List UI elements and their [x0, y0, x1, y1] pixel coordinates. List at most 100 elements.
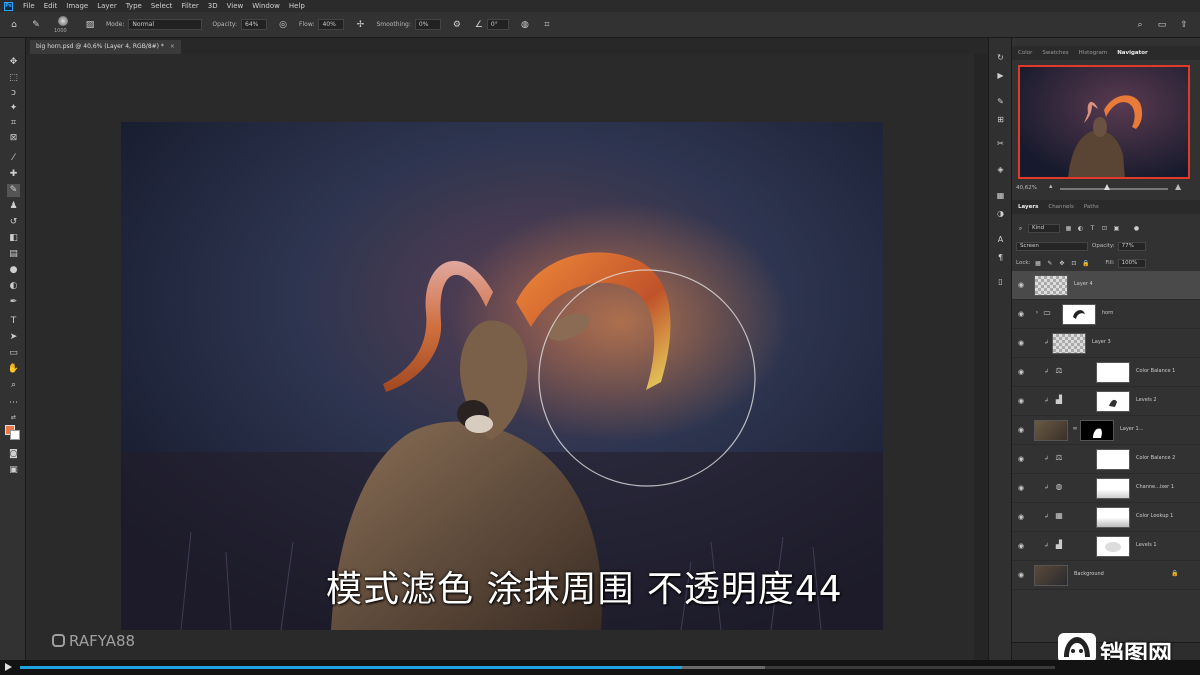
lock-all-icon[interactable]: 🔒 [1081, 259, 1090, 268]
play-icon[interactable] [5, 663, 12, 671]
menu-window[interactable]: Window [252, 2, 280, 10]
dodge-tool-icon[interactable]: ◐ [7, 280, 20, 293]
close-icon[interactable]: × [170, 43, 175, 50]
swap-colors-icon[interactable]: ⇄ [7, 411, 20, 424]
visibility-eye-icon[interactable]: ◉ [1018, 281, 1026, 289]
document-tab[interactable]: big horn.psd @ 40,6% (Layer 4, RGB/8#) *… [30, 40, 181, 54]
fill-field[interactable]: 100% [1117, 258, 1146, 268]
menu-filter[interactable]: Filter [181, 2, 198, 10]
group-expand-icon[interactable]: › [1032, 308, 1042, 318]
brush-tool-active-icon[interactable]: ✎ [7, 184, 20, 197]
history-brush-tool-icon[interactable]: ↺ [7, 216, 20, 229]
healing-brush-tool-icon[interactable]: ✚ [7, 168, 20, 181]
move-tool-icon[interactable]: ✥ [7, 56, 20, 69]
menu-select[interactable]: Select [151, 2, 173, 10]
type-tool-icon[interactable]: T [7, 315, 20, 328]
menu-view[interactable]: View [227, 2, 244, 10]
gradient-tool-icon[interactable]: ▤ [7, 248, 20, 261]
tab-histogram[interactable]: Histogram [1079, 50, 1108, 56]
menu-help[interactable]: Help [289, 2, 305, 10]
share-icon[interactable]: ⇧ [1178, 19, 1190, 31]
opacity-field[interactable]: 64% [241, 19, 268, 30]
tool-presets-panel-icon[interactable]: ✂ [995, 138, 1006, 149]
actions-panel-icon[interactable]: ▶ [995, 70, 1006, 81]
layer-row-layer-4[interactable]: ◉ Layer 4 [1012, 271, 1200, 300]
menu-edit[interactable]: Edit [44, 2, 58, 10]
filter-adjustment-icon[interactable]: ◐ [1076, 224, 1085, 233]
filter-smart-object-icon[interactable]: ▣ [1112, 224, 1121, 233]
visibility-eye-icon[interactable]: ◉ [1018, 513, 1026, 521]
lock-position-icon[interactable]: ✥ [1057, 259, 1066, 268]
visibility-eye-icon[interactable]: ◉ [1018, 339, 1026, 347]
layer-opacity-field[interactable]: 77% [1117, 241, 1146, 251]
path-select-tool-icon[interactable]: ➤ [7, 331, 20, 344]
tab-channels[interactable]: Channels [1048, 204, 1073, 210]
3d-panel-icon[interactable]: ◈ [995, 164, 1006, 175]
eyedropper-tool-icon[interactable]: ⁄ [7, 152, 20, 165]
visibility-eye-icon[interactable]: ◉ [1018, 484, 1026, 492]
menu-image[interactable]: Image [66, 2, 88, 10]
pen-tool-icon[interactable]: ✒ [7, 296, 20, 309]
tab-paths[interactable]: Paths [1084, 204, 1099, 210]
zoom-tool-icon[interactable]: ⌕ [7, 379, 20, 392]
brush-settings-panel-icon[interactable]: ✎ [995, 96, 1006, 107]
flow-field[interactable]: 40% [318, 19, 345, 30]
hand-tool-icon[interactable]: ✋ [7, 363, 20, 376]
pressure-size-icon[interactable]: ◍ [519, 19, 531, 31]
layer-row-levels-1[interactable]: ◉ ↲ ▟ Levels 1 [1012, 532, 1200, 561]
paragraph-panel-icon[interactable]: ¶ [995, 252, 1006, 263]
filter-pixel-icon[interactable]: ▦ [1064, 224, 1073, 233]
search-icon[interactable]: ⌕ [1134, 19, 1146, 31]
workspace-icon[interactable]: ▭ [1156, 19, 1168, 31]
layer-row-levels-2[interactable]: ◉ ↲ ▟ Levels 2 [1012, 387, 1200, 416]
lock-transparent-icon[interactable]: ▦ [1033, 259, 1042, 268]
tab-layers[interactable]: Layers [1018, 204, 1038, 210]
filter-toggle-icon[interactable]: ● [1132, 224, 1141, 233]
marquee-tool-icon[interactable]: ⬚ [7, 72, 20, 85]
frame-tool-icon[interactable]: ⊠ [7, 132, 20, 145]
color-panel-icon[interactable]: ◑ [995, 208, 1006, 219]
quick-select-tool-icon[interactable]: ✦ [7, 102, 20, 115]
visibility-eye-icon[interactable]: ◉ [1018, 397, 1026, 405]
layer-row-channel-mixer-1[interactable]: ◉ ↲ ◍ Channe...ixer 1 [1012, 474, 1200, 503]
clone-stamp-tool-icon[interactable]: ♟ [7, 200, 20, 213]
history-panel-icon[interactable]: ↻ [995, 52, 1006, 63]
eraser-tool-icon[interactable]: ◧ [7, 232, 20, 245]
tab-navigator[interactable]: Navigator [1117, 50, 1148, 56]
layer-row-layer-3[interactable]: ◉ ↲ Layer 3 [1012, 329, 1200, 358]
background-color-swatch[interactable] [10, 430, 20, 440]
menu-3d[interactable]: 3D [208, 2, 218, 10]
visibility-eye-icon[interactable]: ◉ [1018, 310, 1026, 318]
lasso-tool-icon[interactable]: ↄ [7, 87, 20, 100]
zoom-slider-handle[interactable] [1104, 184, 1110, 190]
quick-mask-icon[interactable]: ◙ [7, 448, 20, 461]
symmetry-icon[interactable]: ⌗ [541, 19, 553, 31]
character-panel-icon[interactable]: A [995, 234, 1006, 245]
libraries-panel-icon[interactable]: ▦ [995, 190, 1006, 201]
airbrush-icon[interactable]: ✢ [354, 19, 366, 31]
navigator-zoom-value[interactable]: 40,62% [1016, 185, 1037, 191]
adjustments-panel-icon[interactable]: ⊞ [995, 114, 1006, 125]
blur-tool-icon[interactable]: ● [7, 264, 20, 277]
smoothing-field[interactable]: 0% [414, 19, 441, 30]
menu-type[interactable]: Type [126, 2, 142, 10]
menu-file[interactable]: File [23, 2, 35, 10]
properties-panel-icon[interactable]: ▯ [995, 276, 1006, 287]
navigator-view-frame[interactable] [1018, 65, 1190, 179]
shape-tool-icon[interactable]: ▭ [7, 347, 20, 360]
gear-icon[interactable]: ⚙ [451, 19, 463, 31]
filter-kind-select[interactable]: Kind [1028, 223, 1060, 233]
layer-row-color-balance-1[interactable]: ◉ ↲ ⚖ Color Balance 1 [1012, 358, 1200, 387]
lock-pixels-icon[interactable]: ✎ [1045, 259, 1054, 268]
visibility-eye-icon[interactable]: ◉ [1018, 426, 1026, 434]
brush-tool-icon[interactable]: ✎ [30, 19, 42, 31]
layer-row-color-lookup-1[interactable]: ◉ ↲ ▦ Color Lookup 1 [1012, 503, 1200, 532]
layer-row-layer-1[interactable]: ◉ ∞ Layer 1... [1012, 416, 1200, 445]
tab-swatches[interactable]: Swatches [1042, 50, 1068, 56]
layer-row-background[interactable]: ◉ Background 🔒 [1012, 561, 1200, 590]
tab-color[interactable]: Color [1018, 50, 1032, 56]
zoom-in-icon[interactable]: ▲ [1175, 182, 1181, 191]
filter-type-icon[interactable]: T [1088, 224, 1097, 233]
navigator-zoom-slider[interactable] [1060, 188, 1168, 190]
pressure-opacity-icon[interactable]: ◎ [277, 19, 289, 31]
